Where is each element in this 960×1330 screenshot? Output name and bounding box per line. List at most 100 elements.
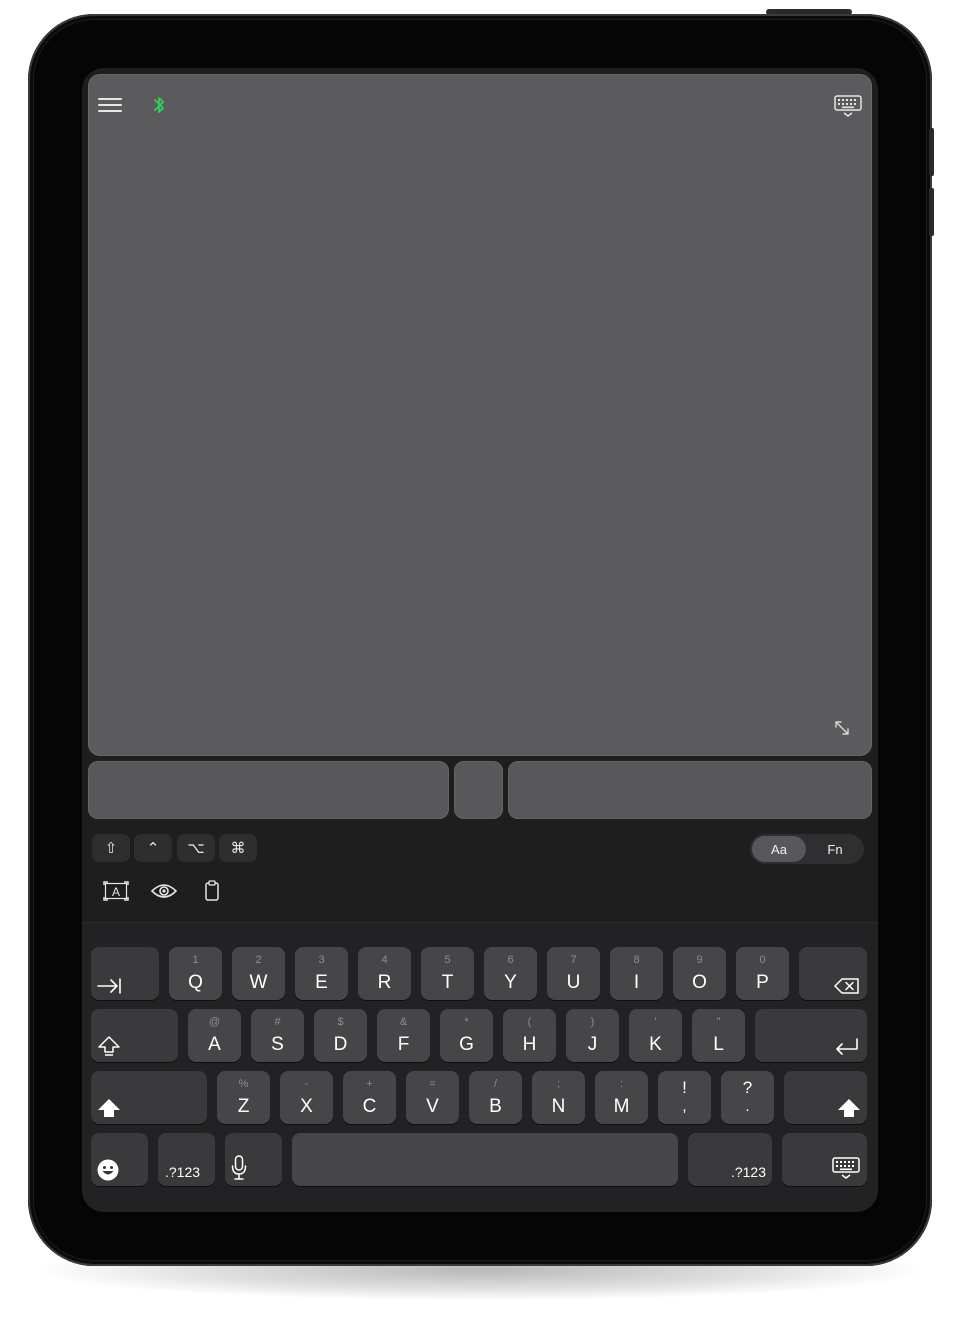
- app-screen: ⇧ ⌃ ⌥ ⌘ Aa Fn A 1 Q 2 W 3 E 4 R 5 T 6 Y …: [82, 68, 878, 1212]
- shift-icon: [98, 1036, 120, 1056]
- key-secondary-label: 6: [507, 954, 514, 966]
- delete-key[interactable]: [799, 947, 867, 1000]
- key-secondary-label: :: [619, 1078, 624, 1090]
- key-label: W: [249, 972, 268, 993]
- return-icon: [836, 1038, 858, 1055]
- text-input-icon[interactable]: A: [103, 880, 129, 902]
- key-p[interactable]: 0 P: [736, 947, 789, 1000]
- tab-icon: [97, 978, 121, 994]
- key-y[interactable]: 6 Y: [484, 947, 537, 1000]
- key-label: ,: [682, 1098, 687, 1115]
- trackpad-area[interactable]: [88, 74, 872, 756]
- keyboard-icon[interactable]: [834, 94, 862, 118]
- tab-key[interactable]: [91, 947, 159, 1000]
- key-o[interactable]: 9 O: [673, 947, 726, 1000]
- numbers-key-right[interactable]: .?123: [688, 1133, 772, 1186]
- key-h[interactable]: ( H: [503, 1009, 556, 1062]
- key-secondary-label: -: [304, 1078, 309, 1090]
- key-f[interactable]: & F: [377, 1009, 430, 1062]
- key-z[interactable]: % Z: [217, 1071, 270, 1124]
- numbers-key-label: .?123: [730, 1164, 766, 1180]
- caps-lock-key[interactable]: [91, 1009, 178, 1062]
- delete-icon: [834, 978, 859, 994]
- key-question-period[interactable]: ? .: [721, 1071, 774, 1124]
- key-secondary-label: $: [337, 1016, 344, 1028]
- key-secondary-label: 2: [255, 954, 262, 966]
- right-shift-key[interactable]: [784, 1071, 867, 1124]
- space-bar[interactable]: [292, 1133, 678, 1186]
- key-q[interactable]: 1 Q: [169, 947, 222, 1000]
- eye-icon[interactable]: [151, 880, 177, 902]
- key-secondary-label: 5: [444, 954, 451, 966]
- numbers-key-left[interactable]: .?123: [158, 1133, 215, 1186]
- key-label: A: [208, 1034, 221, 1055]
- key-label: K: [649, 1034, 662, 1055]
- key-label: R: [377, 972, 392, 993]
- key-j[interactable]: ) J: [566, 1009, 619, 1062]
- shift-modifier-key[interactable]: ⇧: [92, 834, 130, 862]
- key-b[interactable]: / B: [469, 1071, 522, 1124]
- key-a[interactable]: @ A: [188, 1009, 241, 1062]
- key-secondary-label: %: [238, 1078, 249, 1090]
- middle-click-button[interactable]: [454, 761, 503, 819]
- key-secondary-label: 3: [318, 954, 325, 966]
- return-key[interactable]: [755, 1009, 867, 1062]
- key-label: B: [489, 1096, 502, 1117]
- key-label: O: [692, 972, 707, 993]
- key-g[interactable]: * G: [440, 1009, 493, 1062]
- key-label: H: [522, 1034, 537, 1055]
- right-click-button[interactable]: [508, 761, 872, 819]
- key-label: S: [271, 1034, 284, 1055]
- key-v[interactable]: = V: [406, 1071, 459, 1124]
- key-secondary-label: 9: [696, 954, 703, 966]
- key-u[interactable]: 7 U: [547, 947, 600, 1000]
- function-mode-option[interactable]: Fn: [808, 836, 862, 862]
- numbers-key-label: .?123: [165, 1164, 201, 1180]
- expand-icon[interactable]: [834, 720, 850, 736]
- key-secondary-label: 7: [570, 954, 577, 966]
- key-exclamation-comma[interactable]: ! ,: [658, 1071, 711, 1124]
- key-secondary-label: ': [654, 1016, 657, 1028]
- emoji-key[interactable]: [91, 1133, 148, 1186]
- key-r[interactable]: 4 R: [358, 947, 411, 1000]
- key-secondary-label: ;: [556, 1078, 561, 1090]
- letters-mode-option[interactable]: Aa: [752, 836, 806, 862]
- command-modifier-key[interactable]: ⌘: [219, 834, 257, 862]
- key-e[interactable]: 3 E: [295, 947, 348, 1000]
- key-n[interactable]: ; N: [532, 1071, 585, 1124]
- key-x[interactable]: - X: [280, 1071, 333, 1124]
- left-shift-key[interactable]: [91, 1071, 207, 1124]
- dismiss-keyboard-key[interactable]: [782, 1133, 867, 1186]
- key-label: D: [333, 1034, 348, 1055]
- menu-icon[interactable]: [98, 96, 124, 114]
- key-c[interactable]: + C: [343, 1071, 396, 1124]
- volume-up-button: [929, 128, 934, 176]
- key-i[interactable]: 8 I: [610, 947, 663, 1000]
- key-s[interactable]: # S: [251, 1009, 304, 1062]
- keyboard-dismiss-icon: [832, 1157, 860, 1179]
- key-secondary-label: =: [429, 1078, 436, 1090]
- control-modifier-key[interactable]: ⌃: [134, 834, 172, 862]
- key-secondary-label: 8: [633, 954, 640, 966]
- key-k[interactable]: ' K: [629, 1009, 682, 1062]
- clipboard-icon[interactable]: [204, 880, 220, 902]
- key-label: P: [756, 972, 769, 993]
- key-secondary-label: /: [493, 1078, 498, 1090]
- key-m[interactable]: : M: [595, 1071, 648, 1124]
- key-label: E: [315, 972, 328, 993]
- dictation-key[interactable]: [225, 1133, 282, 1186]
- key-label: N: [551, 1096, 566, 1117]
- key-secondary-label: ?: [742, 1078, 753, 1097]
- key-secondary-label: 1: [192, 954, 199, 966]
- key-t[interactable]: 5 T: [421, 947, 474, 1000]
- key-w[interactable]: 2 W: [232, 947, 285, 1000]
- key-secondary-label: 4: [381, 954, 388, 966]
- keyboard-mode-toggle: Aa Fn: [750, 834, 864, 864]
- key-label: G: [459, 1034, 474, 1055]
- option-modifier-key[interactable]: ⌥: [177, 834, 215, 862]
- left-click-button[interactable]: [88, 761, 449, 819]
- key-l[interactable]: " L: [692, 1009, 745, 1062]
- key-label: I: [633, 972, 640, 993]
- shift-icon: [98, 1099, 120, 1117]
- key-d[interactable]: $ D: [314, 1009, 367, 1062]
